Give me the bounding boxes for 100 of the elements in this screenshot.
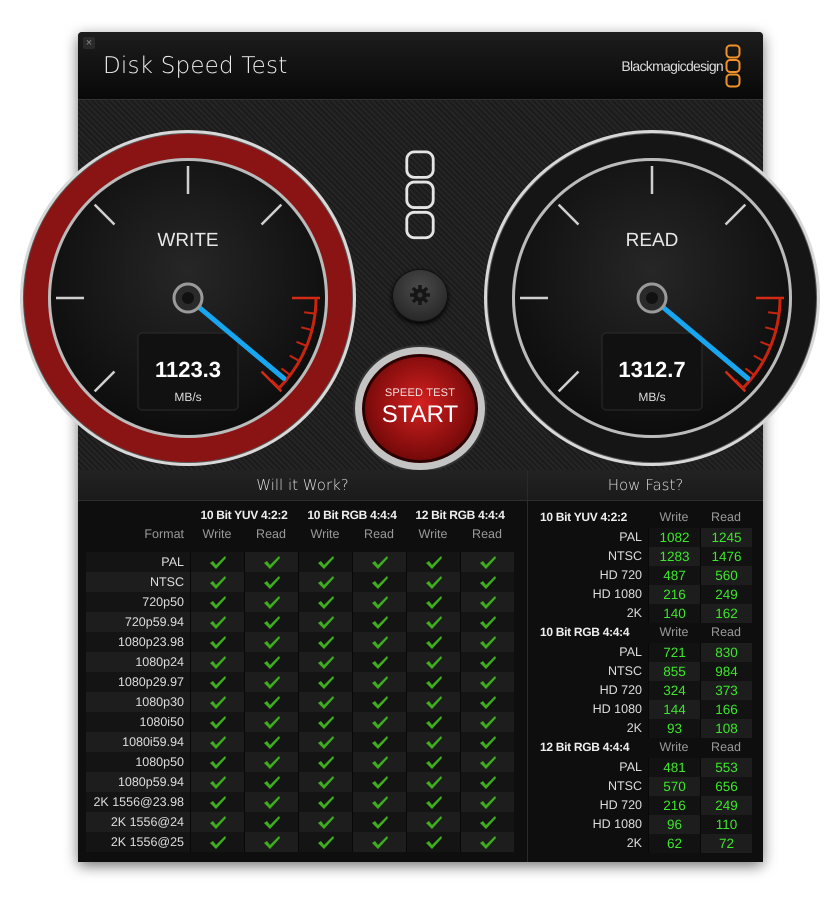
check-icon: [478, 794, 496, 810]
check-icon: [478, 814, 496, 830]
speed-cell: 553: [700, 758, 752, 777]
gear-icon: [409, 284, 431, 306]
check-icon: [370, 594, 388, 610]
format-label: 1080p50: [86, 752, 190, 772]
check-icon: [262, 554, 280, 570]
check-icon: [316, 734, 334, 750]
format-group-heading: 10 Bit YUV 4:2:2: [199, 508, 289, 524]
check-icon: [316, 634, 334, 650]
speed-unit: MB/s: [174, 390, 202, 404]
check-icon: [208, 754, 226, 770]
section-title: How Fast?: [608, 476, 684, 494]
check-icon: [370, 554, 388, 570]
check-icon: [424, 714, 442, 730]
check-icon: [424, 654, 442, 670]
check-icon: [262, 594, 280, 610]
check-icon: [478, 594, 496, 610]
format-label: 2K: [626, 605, 643, 622]
check-icon: [208, 714, 226, 730]
speed-value: 1123.3: [154, 357, 222, 382]
check-icon: [370, 674, 388, 690]
speed-cell: 249: [700, 796, 752, 815]
speed-cell: 855: [648, 662, 700, 681]
speed-cell: 984: [700, 662, 752, 681]
check-icon: [316, 814, 334, 830]
column-heading: Read: [363, 526, 395, 543]
check-icon: [262, 794, 280, 810]
format-group-heading: 10 Bit RGB 4:4:4: [306, 508, 398, 524]
speed-cell: 830: [700, 643, 752, 662]
check-icon: [370, 614, 388, 630]
check-icon: [478, 634, 496, 650]
speed-cell: 324: [648, 681, 700, 700]
speed-cell: 93: [648, 719, 700, 738]
check-icon: [208, 794, 226, 810]
format-label: PAL: [86, 552, 190, 572]
close-button[interactable]: ×: [83, 37, 95, 49]
format-group-heading: 12 Bit RGB 4:4:4: [540, 739, 630, 756]
column-heading: Read: [255, 526, 287, 543]
speed-cell: 216: [648, 796, 700, 815]
squares-icon: [404, 150, 436, 241]
start-button[interactable]: SPEED TEST START: [355, 346, 485, 470]
check-icon: [478, 734, 496, 750]
speed-cell: 144: [648, 700, 700, 719]
check-icon: [208, 654, 226, 670]
settings-button[interactable]: [392, 268, 448, 322]
format-group-heading: 10 Bit RGB 4:4:4: [540, 624, 630, 641]
check-icon: [424, 614, 442, 630]
check-icon: [208, 594, 226, 610]
check-icon: [370, 754, 388, 770]
check-icon: [262, 574, 280, 590]
speed-cell: 72: [700, 834, 752, 853]
check-icon: [478, 654, 496, 670]
column-heading: Read: [710, 739, 742, 756]
format-label: 2K: [626, 720, 643, 737]
format-label: 1080i59.94: [86, 732, 190, 752]
check-icon: [370, 814, 388, 830]
check-icon: [208, 774, 226, 790]
check-icon: [424, 834, 442, 850]
check-icon: [478, 714, 496, 730]
check-icon: [208, 814, 226, 830]
speed-cell: 216: [648, 585, 700, 604]
gauge-label: READ: [626, 230, 678, 251]
speed-unit: MB/s: [638, 390, 666, 404]
speed-cell: 487: [648, 566, 700, 585]
format-label: 1080p24: [86, 652, 190, 672]
check-icon: [316, 594, 334, 610]
column-heading: Read: [710, 624, 742, 641]
check-icon: [316, 654, 334, 670]
format-label: HD 720: [598, 567, 643, 584]
format-label: HD 720: [598, 797, 643, 814]
check-icon: [370, 774, 388, 790]
speed-cell: 570: [648, 777, 700, 796]
check-icon: [208, 694, 226, 710]
format-label: 1080p30: [86, 692, 190, 712]
check-icon: [262, 754, 280, 770]
check-icon: [478, 754, 496, 770]
column-heading: Read: [471, 526, 503, 543]
check-icon: [316, 554, 334, 570]
check-icon: [316, 674, 334, 690]
check-icon: [316, 694, 334, 710]
check-icon: [424, 574, 442, 590]
check-icon: [262, 814, 280, 830]
check-icon: [478, 694, 496, 710]
format-label: HD 1080: [592, 586, 643, 603]
check-icon: [478, 554, 496, 570]
check-icon: [478, 574, 496, 590]
speed-cell: 373: [700, 681, 752, 700]
brand-name: Blackmagicdesign: [621, 58, 723, 74]
format-label: 720p50: [86, 592, 190, 612]
column-heading: Write: [310, 526, 340, 543]
format-label: PAL: [618, 529, 643, 546]
check-icon: [316, 574, 334, 590]
speed-value: 1312.7: [618, 357, 686, 382]
format-label: 2K 1556@25: [86, 832, 190, 852]
check-icon: [478, 614, 496, 630]
check-icon: [208, 734, 226, 750]
check-icon: [316, 794, 334, 810]
speed-cell: 166: [700, 700, 752, 719]
speed-cell: 656: [700, 777, 752, 796]
